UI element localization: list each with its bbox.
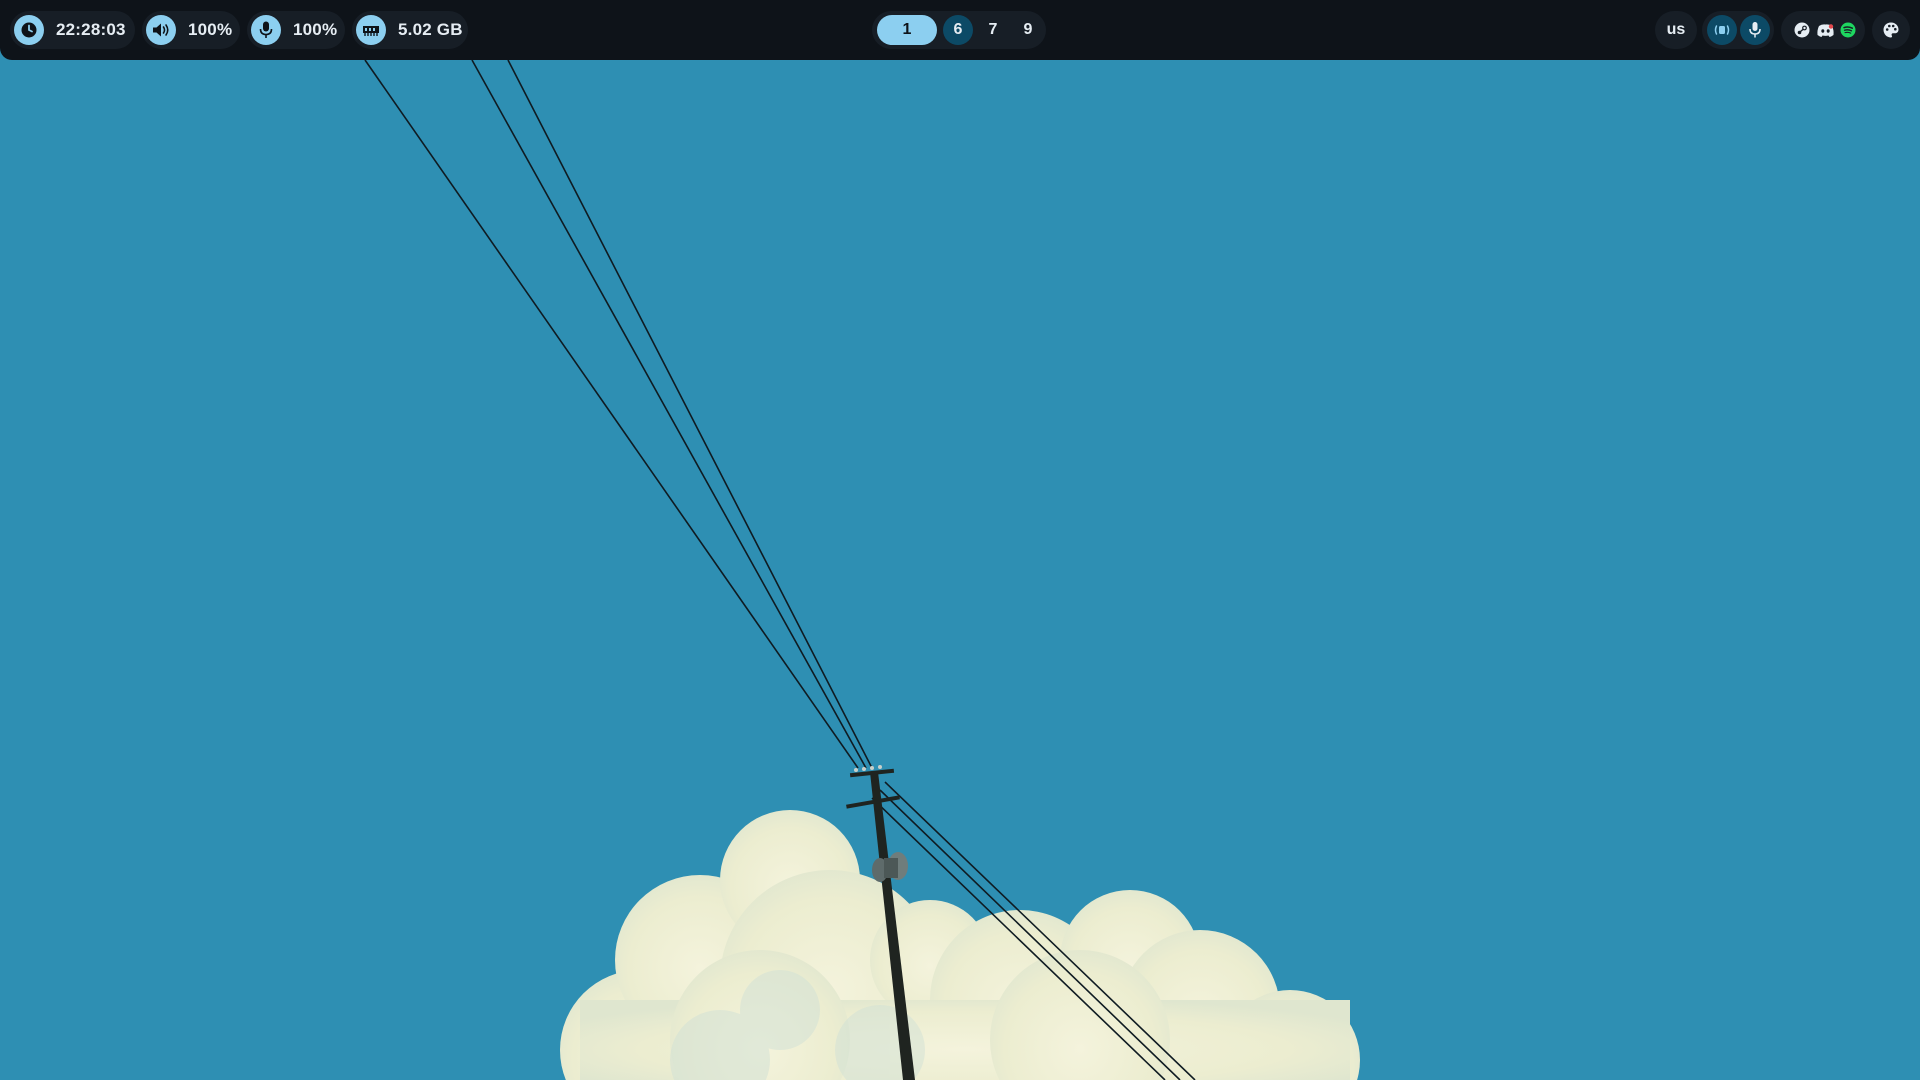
clock-widget[interactable]: 22:28:03 [10, 11, 135, 49]
microphone-in-use-icon[interactable] [1740, 15, 1770, 45]
microphone-widget[interactable]: 100% [247, 11, 345, 49]
desktop: 22:28:03 100% 100% 5.02 GB 1 6 7 9 us [0, 0, 1920, 1080]
workspace-6-button[interactable]: 6 [943, 15, 973, 45]
workspace-switcher: 1 6 7 9 [872, 11, 1046, 49]
workspace-label: 9 [1023, 21, 1033, 38]
volume-value: 100% [188, 20, 233, 39]
palette-icon [1882, 21, 1900, 39]
workspace-9-button[interactable]: 9 [1013, 15, 1043, 45]
discord-icon[interactable] [1815, 21, 1835, 39]
keyboard-layout-label: us [1666, 21, 1686, 38]
steam-icon[interactable] [1793, 21, 1811, 39]
memory-icon [356, 15, 386, 45]
theme-button[interactable] [1872, 11, 1910, 49]
system-tray [1781, 11, 1865, 49]
speaker-icon [146, 15, 176, 45]
screencast-icon[interactable] [1707, 15, 1737, 45]
workspace-label: 1 [902, 21, 912, 38]
microphone-icon [251, 15, 281, 45]
spotify-icon[interactable] [1839, 21, 1857, 39]
microphone-value: 100% [293, 20, 338, 39]
wallpaper-image [0, 0, 1920, 1080]
workspace-label: 7 [988, 21, 998, 38]
top-bar: 22:28:03 100% 100% 5.02 GB 1 6 7 9 us [0, 0, 1920, 60]
clock-time: 22:28:03 [56, 20, 126, 39]
clock-icon [14, 15, 44, 45]
keyboard-layout-widget[interactable]: us [1655, 11, 1697, 49]
workspace-7-button[interactable]: 7 [978, 15, 1008, 45]
volume-widget[interactable]: 100% [142, 11, 240, 49]
privacy-indicators [1702, 11, 1774, 49]
workspace-1-button[interactable]: 1 [877, 15, 937, 45]
memory-widget[interactable]: 5.02 GB [352, 11, 468, 49]
workspace-label: 6 [953, 21, 963, 38]
memory-value: 5.02 GB [398, 20, 463, 39]
